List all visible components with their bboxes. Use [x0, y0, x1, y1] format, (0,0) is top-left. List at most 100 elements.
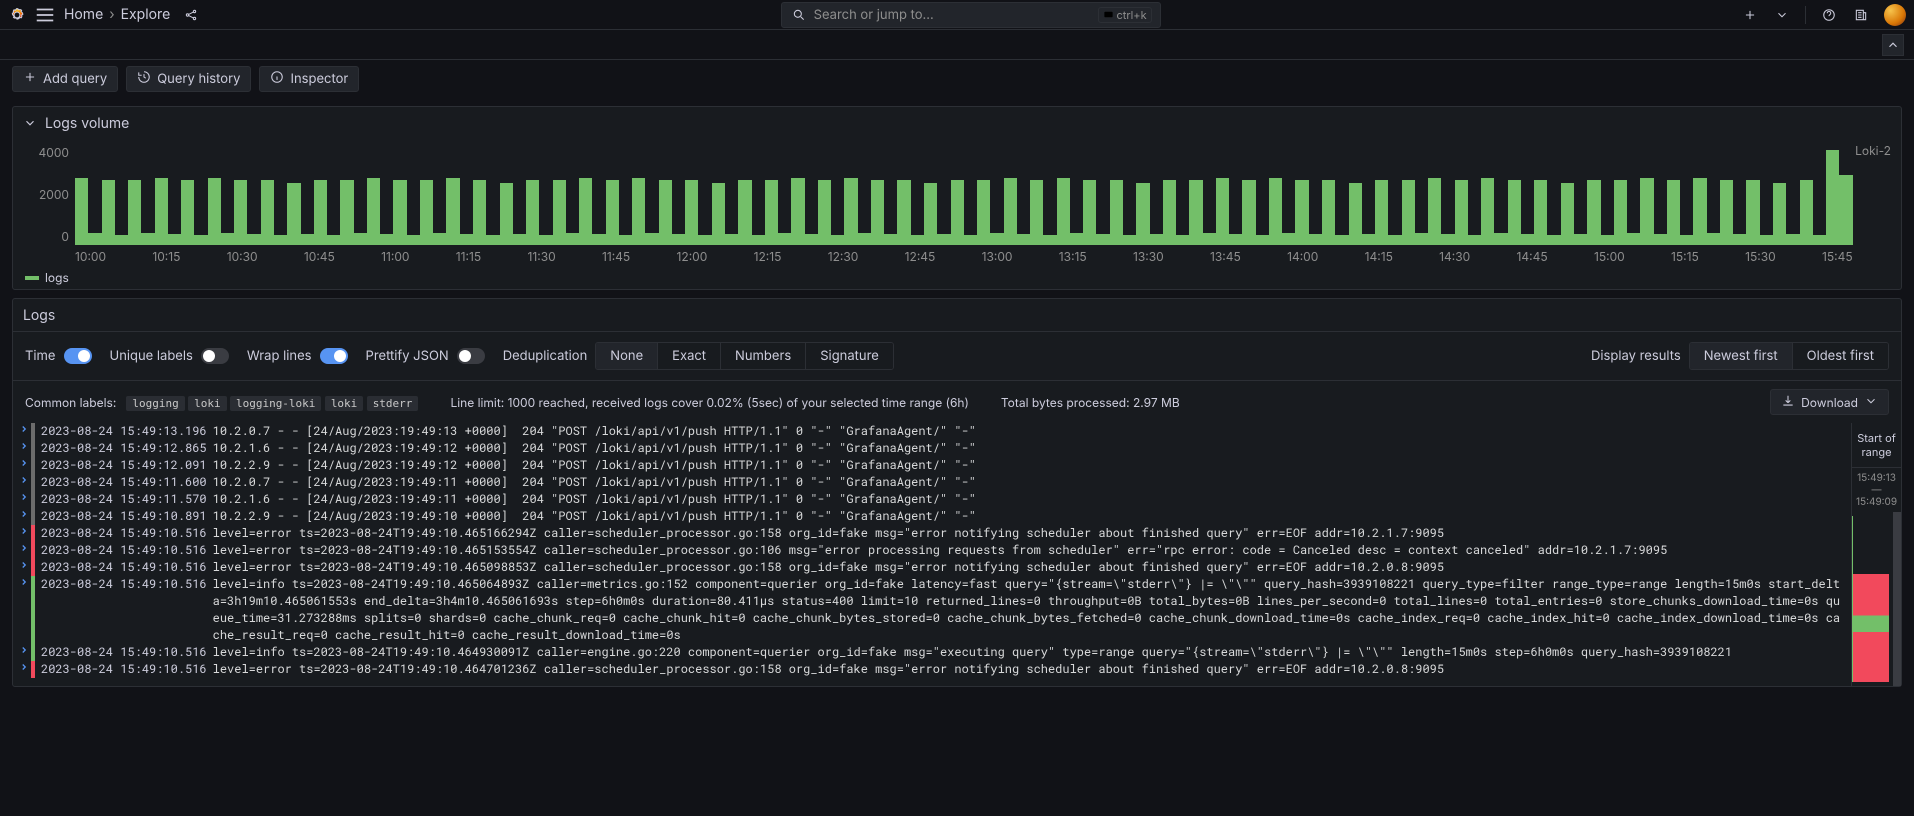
chart-bar[interactable]	[1030, 180, 1043, 245]
breadcrumb-explore[interactable]: Explore	[121, 6, 171, 23]
chart-bar[interactable]	[659, 180, 672, 245]
chart-bar[interactable]	[1508, 180, 1521, 245]
chart-bar[interactable]	[446, 178, 459, 246]
download-button[interactable]: Download	[1770, 389, 1889, 415]
chart-bar[interactable]	[566, 233, 579, 246]
chart-bar[interactable]	[818, 180, 831, 245]
chart-bar[interactable]	[460, 234, 473, 245]
chart-bar[interactable]	[380, 234, 393, 245]
help-icon[interactable]	[1820, 6, 1838, 24]
chart-bar[interactable]	[1468, 235, 1481, 245]
chart-bar[interactable]	[1322, 180, 1335, 245]
chart-bar[interactable]	[778, 233, 791, 246]
start-of-range-button[interactable]: Start of range	[1852, 423, 1901, 468]
chart-bar[interactable]	[526, 180, 539, 245]
chart-bar[interactable]	[420, 180, 433, 245]
chart-bar[interactable]	[1388, 235, 1401, 245]
chart-bar[interactable]	[208, 178, 221, 246]
chart-bar[interactable]	[725, 234, 738, 245]
log-row[interactable]: 2023-08-24 15:49:10.516level=error ts=20…	[17, 525, 1847, 542]
chart-bar[interactable]	[1150, 234, 1163, 245]
chart-bar[interactable]	[1839, 175, 1852, 245]
chart-bar[interactable]	[1163, 180, 1176, 245]
chart-bar[interactable]	[1746, 180, 1759, 245]
chart-bar[interactable]	[1547, 235, 1560, 245]
chart-bar[interactable]	[1760, 235, 1773, 245]
chart-bar[interactable]	[194, 235, 207, 245]
chart-bar[interactable]	[1614, 180, 1627, 245]
chart-bar[interactable]	[844, 178, 857, 246]
log-row[interactable]: 2023-08-24 15:49:10.516level=error ts=20…	[17, 661, 1847, 678]
chart-bar[interactable]	[592, 234, 605, 245]
share-icon[interactable]	[182, 6, 200, 24]
chart-bar[interactable]	[1494, 233, 1507, 246]
chart-bar[interactable]	[579, 178, 592, 246]
chart-bar[interactable]	[752, 235, 765, 245]
chart-bar[interactable]	[1110, 180, 1123, 245]
chart-bar[interactable]	[1070, 233, 1083, 246]
chart-bar[interactable]	[1189, 180, 1202, 245]
log-row[interactable]: 2023-08-24 15:49:10.516level=info ts=202…	[17, 576, 1847, 644]
chart-bar[interactable]	[261, 180, 274, 245]
chart-bar[interactable]	[964, 235, 977, 245]
chart-bar[interactable]	[88, 233, 101, 246]
plus-icon[interactable]	[1741, 6, 1759, 24]
chart-bar[interactable]	[314, 180, 327, 245]
chart-bar[interactable]	[1123, 235, 1136, 245]
chart-bar[interactable]	[1720, 180, 1733, 245]
grafana-logo-icon[interactable]	[8, 6, 26, 24]
chart-bar[interactable]	[791, 178, 804, 246]
chart-bar[interactable]	[1216, 178, 1229, 246]
time-toggle[interactable]	[64, 348, 92, 364]
chevron-right-icon[interactable]	[17, 474, 31, 485]
chart-bar[interactable]	[911, 235, 924, 245]
chart-bar[interactable]	[738, 180, 751, 245]
add-query-button[interactable]: Add query	[12, 66, 118, 92]
chart-bar[interactable]	[539, 235, 552, 245]
chart-bar[interactable]	[619, 235, 632, 245]
chevron-right-icon[interactable]	[17, 542, 31, 553]
log-row[interactable]: 2023-08-24 15:49:12.09110.2.2.9 - - [24/…	[17, 457, 1847, 474]
chart-bar[interactable]	[1786, 234, 1799, 245]
chart-bar[interactable]	[1601, 235, 1614, 245]
chart-bar[interactable]	[685, 180, 698, 245]
chart-bar[interactable]	[1362, 234, 1375, 245]
minimap-scrollbar[interactable]	[1893, 512, 1901, 686]
chart-bar[interactable]	[1176, 235, 1189, 245]
prettify-json-toggle[interactable]	[457, 348, 485, 364]
log-row[interactable]: 2023-08-24 15:49:10.516level=error ts=20…	[17, 542, 1847, 559]
chart-bar[interactable]	[1800, 180, 1813, 245]
log-row[interactable]: 2023-08-24 15:49:10.516level=info ts=202…	[17, 644, 1847, 661]
chart-bar[interactable]	[1813, 235, 1826, 245]
chart-bar[interactable]	[1455, 180, 1468, 245]
log-row[interactable]: 2023-08-24 15:49:11.57010.2.1.6 - - [24/…	[17, 491, 1847, 508]
logs-volume-chart[interactable]: Loki-2 400020000 10:0010:1510:3010:4511:…	[13, 139, 1901, 266]
chevron-right-icon[interactable]	[17, 661, 31, 672]
chart-bar[interactable]	[1402, 180, 1415, 245]
chart-bar[interactable]	[1680, 235, 1693, 245]
chart-bar[interactable]	[181, 180, 194, 245]
chevron-right-icon[interactable]	[17, 423, 31, 434]
chart-bar[interactable]	[672, 234, 685, 245]
chart-bar[interactable]	[1004, 178, 1017, 246]
chart-bar[interactable]	[1057, 178, 1070, 246]
chart-bar[interactable]	[1309, 234, 1322, 245]
chart-bar[interactable]	[553, 180, 566, 245]
chart-bar[interactable]	[301, 234, 314, 245]
chart-bar[interactable]	[858, 233, 871, 246]
chevron-right-icon[interactable]	[17, 559, 31, 570]
chart-bar[interactable]	[632, 178, 645, 246]
chart-bar[interactable]	[287, 183, 300, 246]
unique-labels-toggle[interactable]	[201, 348, 229, 364]
chart-bar[interactable]	[1136, 183, 1149, 246]
chart-bar[interactable]	[1282, 233, 1295, 246]
chart-bar[interactable]	[924, 183, 937, 246]
chevron-right-icon[interactable]	[17, 576, 31, 587]
chevron-right-icon[interactable]	[17, 644, 31, 655]
chart-bar[interactable]	[977, 180, 990, 245]
chart-bar[interactable]	[831, 235, 844, 245]
chart-bar[interactable]	[102, 180, 115, 245]
dedup-option-numbers[interactable]: Numbers	[721, 343, 806, 369]
chart-bar[interactable]	[606, 180, 619, 245]
chevron-down-icon[interactable]	[1773, 6, 1791, 24]
